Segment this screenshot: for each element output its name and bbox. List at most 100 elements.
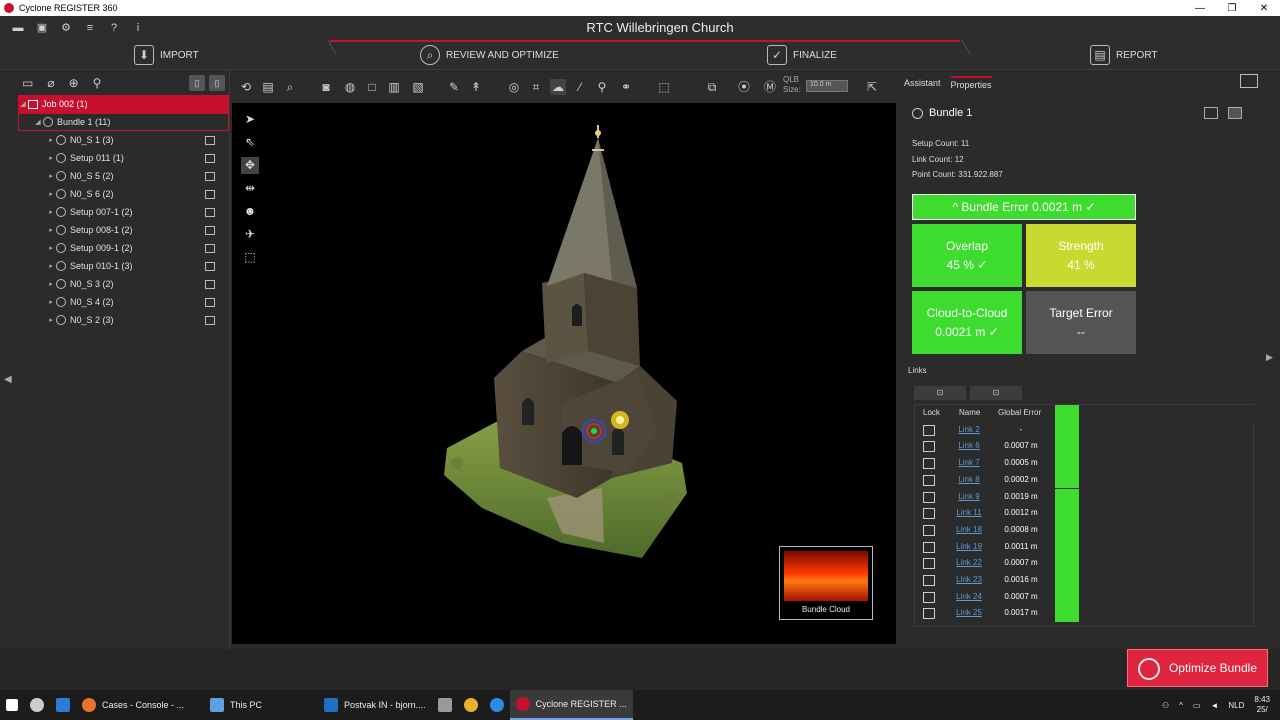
tree-setup-node[interactable]: ▸ Setup 009-1 (2) bbox=[18, 239, 229, 257]
link-name[interactable]: Link 24 bbox=[955, 589, 983, 606]
tray-up-icon[interactable]: ^ bbox=[1179, 701, 1183, 710]
pick-icon[interactable]: ↟ bbox=[468, 79, 484, 95]
image-thumbnail-icon[interactable] bbox=[205, 225, 215, 235]
image-thumbnail-icon[interactable] bbox=[205, 243, 215, 253]
database-icon[interactable]: ▭ bbox=[22, 76, 33, 90]
tree-bundle-node[interactable]: ◢ Bundle 1 (11) bbox=[18, 113, 229, 131]
select-arrow-icon[interactable]: ➤ bbox=[241, 111, 259, 128]
grid-view-icon[interactable] bbox=[1228, 107, 1242, 119]
tree-setup-node[interactable]: ▸ Setup 011 (1) bbox=[18, 149, 229, 167]
tree-setup-node[interactable]: ▸ N0_S 6 (2) bbox=[18, 185, 229, 203]
overlap-tile[interactable]: Overlap 45 % ✓ bbox=[912, 224, 1022, 287]
image-thumbnail-icon[interactable] bbox=[205, 207, 215, 217]
expand-arrow-icon[interactable]: ▸ bbox=[46, 262, 56, 270]
lock-checkbox[interactable] bbox=[923, 441, 935, 453]
lock-checkbox[interactable] bbox=[923, 558, 935, 570]
step-review-optimize[interactable]: ⌕ REVIEW AND OPTIMIZE bbox=[420, 40, 559, 70]
view-mode-a-icon[interactable]: ▯ bbox=[189, 75, 205, 91]
expand-arrow-icon[interactable]: ▸ bbox=[46, 226, 56, 234]
zoom-fit-icon[interactable]: ⌕ bbox=[282, 79, 298, 95]
lock-checkbox[interactable] bbox=[923, 508, 935, 520]
tree-job-node[interactable]: ◢ Job 002 (1) bbox=[18, 95, 229, 113]
globe-icon[interactable]: ⊕ bbox=[69, 76, 79, 90]
tab-properties[interactable]: Properties bbox=[950, 76, 992, 90]
step-import[interactable]: ⬇ IMPORT bbox=[134, 40, 199, 70]
tree-setup-node[interactable]: ▸ N0_S 1 (3) bbox=[18, 131, 229, 149]
bundle-error-bar[interactable]: ^ Bundle Error 0.0021 m ✓ bbox=[912, 194, 1136, 220]
link-name[interactable]: Link 23 bbox=[955, 572, 983, 589]
cloud-select-icon[interactable]: ☁ bbox=[550, 79, 566, 95]
minimize-icon[interactable]: — bbox=[1184, 3, 1216, 14]
taskbar-this-pc[interactable]: This PC bbox=[204, 690, 268, 720]
link-name[interactable]: Link 19 bbox=[955, 539, 983, 556]
pin-icon[interactable]: ⚲ bbox=[594, 79, 610, 95]
pan-icon[interactable]: ⇹ bbox=[241, 180, 259, 197]
optimize-bundle-button[interactable]: Optimize Bundle bbox=[1127, 649, 1268, 687]
tree-setup-node[interactable]: ▸ Setup 007-1 (2) bbox=[18, 203, 229, 221]
link-name[interactable]: Link 22 bbox=[955, 555, 983, 572]
clip-icon[interactable]: ◍ bbox=[342, 79, 358, 95]
lock-all-button[interactable]: ⊡ bbox=[914, 386, 966, 400]
orbit-icon[interactable]: ✥ bbox=[241, 157, 259, 174]
collapse-right-icon[interactable]: ▶ bbox=[1266, 352, 1273, 363]
lock-checkbox[interactable] bbox=[923, 608, 935, 620]
tab-assistant[interactable]: Assistant bbox=[904, 78, 941, 88]
taskbar-chrome[interactable] bbox=[458, 690, 484, 720]
step-finalize[interactable]: ✓ FINALIZE bbox=[767, 40, 837, 70]
image-thumbnail-icon[interactable] bbox=[205, 171, 215, 181]
expand-arrow-icon[interactable]: ▸ bbox=[46, 208, 56, 216]
lock-checkbox[interactable] bbox=[923, 575, 935, 586]
link-name[interactable]: Link 8 bbox=[955, 472, 983, 489]
target-error-tile[interactable]: Target Error -- bbox=[1026, 291, 1136, 354]
lock-checkbox[interactable] bbox=[923, 491, 935, 503]
taskbar-cyclone[interactable]: Cyclone REGISTER ... bbox=[509, 690, 633, 720]
lock-checkbox[interactable] bbox=[923, 474, 935, 486]
lock-checkbox[interactable] bbox=[923, 458, 935, 470]
tree-setup-node[interactable]: ▸ Setup 008-1 (2) bbox=[18, 221, 229, 239]
link-name[interactable]: Link 6 bbox=[955, 438, 983, 455]
taskbar-outlook[interactable]: Postvak IN - bjorn.... bbox=[318, 690, 432, 720]
list-view-icon[interactable] bbox=[1204, 107, 1218, 119]
taskbar-firefox[interactable]: Cases - Console - ... bbox=[76, 690, 190, 720]
tree-setup-node[interactable]: ▸ N0_S 3 (2) bbox=[18, 275, 229, 293]
filter-icon[interactable]: ⚲ bbox=[93, 76, 102, 90]
link-name[interactable]: Link 9 bbox=[955, 489, 983, 506]
expand-arrow-icon[interactable]: ▸ bbox=[46, 244, 56, 252]
tree-setup-node[interactable]: ▸ N0_S 4 (2) bbox=[18, 293, 229, 311]
taskbar-pinned-3[interactable] bbox=[432, 690, 458, 720]
network-tray-icon[interactable]: ▭ bbox=[1193, 701, 1201, 710]
language-indicator[interactable]: NLD bbox=[1228, 701, 1244, 710]
sphere-icon[interactable]: ⦿ bbox=[736, 79, 752, 95]
expand-arrow-icon[interactable]: ▸ bbox=[46, 172, 56, 180]
start-button[interactable] bbox=[0, 690, 24, 720]
box-icon[interactable]: □ bbox=[364, 79, 380, 95]
cube-icon[interactable]: ⬚ bbox=[241, 249, 259, 266]
rotate-icon[interactable]: ⟲ bbox=[238, 79, 254, 95]
link-name[interactable]: Link 2 bbox=[955, 422, 983, 439]
link-name[interactable]: Link 7 bbox=[955, 455, 983, 472]
walk-icon[interactable]: ⇱ bbox=[864, 79, 880, 95]
fence-icon[interactable]: ▥ bbox=[386, 79, 402, 95]
lock-checkbox[interactable] bbox=[923, 524, 935, 536]
expand-arrow-icon[interactable]: ▸ bbox=[46, 154, 56, 162]
image-icon[interactable]: ▧ bbox=[410, 79, 426, 95]
tree-setup-node[interactable]: ▸ N0_S 5 (2) bbox=[18, 167, 229, 185]
target-icon[interactable]: ◎ bbox=[506, 79, 522, 95]
attachment-icon[interactable]: ⌀ bbox=[47, 76, 54, 90]
image-thumbnail-icon[interactable] bbox=[205, 297, 215, 307]
taskbar-pinned-1[interactable] bbox=[24, 690, 50, 720]
lock-checkbox[interactable] bbox=[923, 591, 935, 603]
clock[interactable]: 8:43 25/ bbox=[1254, 695, 1270, 715]
network-icon[interactable]: ⚭ bbox=[618, 79, 634, 95]
expand-arrow-icon[interactable]: ▸ bbox=[46, 190, 56, 198]
taskbar-ie[interactable] bbox=[484, 690, 510, 720]
multi-select-icon[interactable]: ⇖ bbox=[241, 134, 259, 151]
qlb-size-slider[interactable]: 10.0 m bbox=[806, 80, 848, 92]
cube-m-icon[interactable]: Ⓜ bbox=[762, 79, 778, 95]
expand-arrow-icon[interactable]: ▸ bbox=[46, 298, 56, 306]
link-name[interactable]: Link 25 bbox=[955, 605, 983, 622]
collapse-left-icon[interactable]: ◀ bbox=[4, 374, 12, 385]
expand-arrow-icon[interactable]: ◢ bbox=[18, 100, 28, 108]
view-mode-b-icon[interactable]: ▯ bbox=[209, 75, 225, 91]
lock-checkbox[interactable] bbox=[923, 541, 935, 553]
